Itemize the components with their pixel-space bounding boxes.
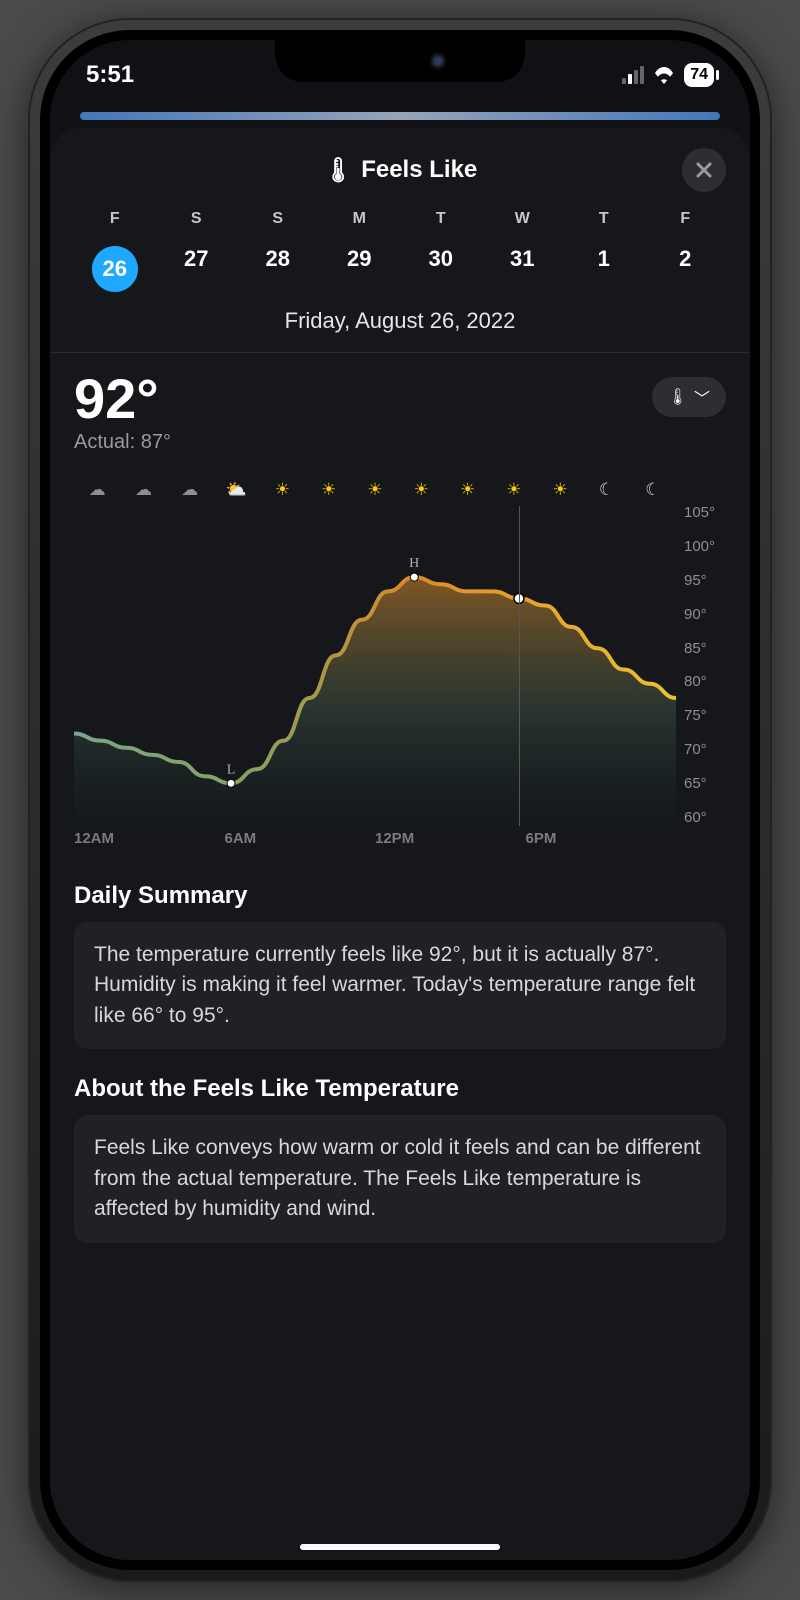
svg-text:H: H (409, 556, 419, 571)
thermometer-icon: 🌡 (668, 387, 688, 407)
about-card: Feels Like conveys how warm or cold it f… (74, 1115, 726, 1242)
sheet-title: 🌡 Feels Like (323, 156, 478, 185)
actual-temp: Actual: 87° (74, 431, 171, 454)
wifi-icon (652, 66, 676, 84)
metric-picker[interactable]: 🌡 ﹀ (652, 377, 726, 417)
cloud-icon: ☁ (120, 480, 166, 500)
day-picker[interactable]: F26S27S28M29T30W31T1F2 (74, 210, 726, 300)
sun-icon: ☀ (352, 480, 398, 500)
moon-icon: ☾ (583, 480, 629, 500)
cloud-icon: ☁ (167, 480, 213, 500)
day-1[interactable]: T1 (563, 210, 645, 300)
sun-icon: ☀ (537, 480, 583, 500)
day-27[interactable]: S27 (156, 210, 238, 300)
day-2[interactable]: F2 (645, 210, 727, 300)
battery-indicator: 74 (684, 63, 714, 87)
day-31[interactable]: W31 (482, 210, 564, 300)
y-axis: 105°100°95°90°85°80°75°70°65°60° (676, 476, 726, 856)
partly-icon: ⛅ (213, 480, 259, 500)
day-28[interactable]: S28 (237, 210, 319, 300)
status-time: 5:51 (86, 61, 134, 89)
background-peek (80, 112, 720, 120)
sun-icon: ☀ (259, 480, 305, 500)
x-axis: 12AM6AM12PM6PM (74, 830, 676, 856)
sun-icon: ☀ (398, 480, 444, 500)
hourly-chart[interactable]: ☁☁☁⛅☀☀☀☀☀☀☀☾☾ LH 12AM6AM12PM6PM 105°100°… (74, 476, 726, 856)
thermometer-icon: 🌡 (323, 156, 353, 185)
day-29[interactable]: M29 (319, 210, 401, 300)
close-button[interactable] (682, 148, 726, 192)
about-title: About the Feels Like Temperature (74, 1075, 726, 1103)
svg-text:L: L (227, 762, 236, 777)
sun-icon: ☀ (306, 480, 352, 500)
current-time-line (519, 506, 520, 826)
cellular-icon (622, 66, 644, 84)
home-indicator[interactable] (300, 1544, 500, 1550)
daily-summary-title: Daily Summary (74, 882, 726, 910)
phone-screen: 5:51 74 🌡 Feels Like (50, 40, 750, 1560)
full-date: Friday, August 26, 2022 (74, 308, 726, 334)
day-30[interactable]: T30 (400, 210, 482, 300)
detail-sheet: 🌡 Feels Like F26S27S28M29T30W31T1F2 Frid… (50, 128, 750, 1560)
daily-summary-card: The temperature currently feels like 92°… (74, 922, 726, 1049)
feels-like-temp: 92° (74, 371, 171, 427)
chevron-down-icon: ﹀ (694, 385, 710, 409)
day-26[interactable]: F26 (74, 210, 156, 300)
notch (275, 40, 525, 82)
cloud-icon: ☁ (74, 480, 120, 500)
sun-icon: ☀ (491, 480, 537, 500)
moon-icon: ☾ (630, 480, 676, 500)
sun-icon: ☀ (444, 480, 490, 500)
